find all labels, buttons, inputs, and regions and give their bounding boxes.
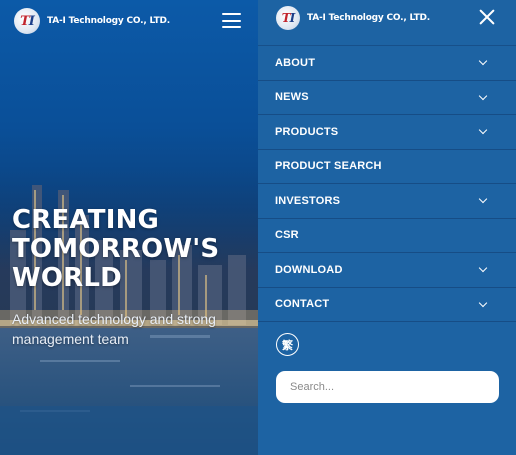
hero-header: TI TA-I Technology CO., LTD.	[0, 0, 258, 42]
logo-letter-t: T	[281, 11, 291, 25]
subheading-line: management team	[12, 331, 129, 347]
chevron-down-icon[interactable]	[478, 91, 488, 100]
chevron-down-icon[interactable]	[478, 56, 488, 66]
logo-letter-i: I	[289, 11, 296, 25]
nav-item-products[interactable]: PRODUCTS	[258, 115, 516, 150]
nav-item-label: NEWS	[275, 91, 309, 104]
nav-item-label: DOWNLOAD	[275, 263, 343, 276]
chevron-down-icon[interactable]	[478, 298, 488, 307]
company-name: TA-I Technology CO., LTD.	[47, 16, 171, 26]
hero-subheading: Advanced technology and strong managemen…	[12, 309, 252, 349]
language-toggle-button[interactable]: 繁	[276, 333, 299, 356]
nav-item-label: CONTACT	[275, 298, 330, 311]
nav-item-label: INVESTORS	[275, 194, 341, 207]
company-logo-icon[interactable]: TI	[276, 6, 300, 30]
nav-item-contact[interactable]: CONTACT	[258, 288, 516, 322]
hamburger-menu-icon[interactable]	[222, 13, 241, 28]
company-logo-icon[interactable]: TI	[14, 8, 40, 34]
nav-list: ABOUT NEWS PRODUCTS PRODUCT SEARCH INVES…	[258, 45, 516, 322]
drawer-header: TI TA-I Technology CO., LTD.	[258, 0, 516, 36]
hamburger-line	[222, 19, 241, 22]
chevron-down-icon[interactable]	[478, 125, 488, 135]
nav-item-label: CSR	[275, 229, 299, 242]
company-name: TA-I Technology CO., LTD.	[307, 13, 431, 23]
hero-headline: CREATING TOMORROW'S WORLD	[12, 206, 252, 293]
nav-item-product-search[interactable]: PRODUCT SEARCH	[258, 150, 516, 184]
headline-line: WORLD	[12, 263, 122, 293]
close-icon[interactable]	[478, 8, 496, 26]
nav-item-label: PRODUCT SEARCH	[275, 160, 382, 173]
headline-line: CREATING	[12, 205, 160, 235]
hamburger-line	[222, 13, 241, 15]
logo-letter-i: I	[28, 13, 35, 29]
logo-letter-t: T	[20, 13, 30, 29]
nav-item-label: PRODUCTS	[275, 125, 339, 138]
nav-item-label: ABOUT	[275, 56, 316, 69]
search-input[interactable]	[276, 371, 499, 403]
chevron-down-icon[interactable]	[478, 194, 488, 204]
chevron-down-icon[interactable]	[478, 263, 488, 273]
subheading-line: Advanced technology and strong	[12, 311, 216, 327]
hamburger-line	[222, 26, 241, 28]
nav-item-investors[interactable]: INVESTORS	[258, 184, 516, 219]
nav-item-download[interactable]: DOWNLOAD	[258, 253, 516, 288]
hero-section: TI TA-I Technology CO., LTD. CREATING TO…	[0, 0, 258, 455]
nav-item-about[interactable]: ABOUT	[258, 46, 516, 81]
nav-item-news[interactable]: NEWS	[258, 81, 516, 115]
headline-line: TOMORROW'S	[12, 234, 220, 264]
nav-item-csr[interactable]: CSR	[258, 219, 516, 253]
